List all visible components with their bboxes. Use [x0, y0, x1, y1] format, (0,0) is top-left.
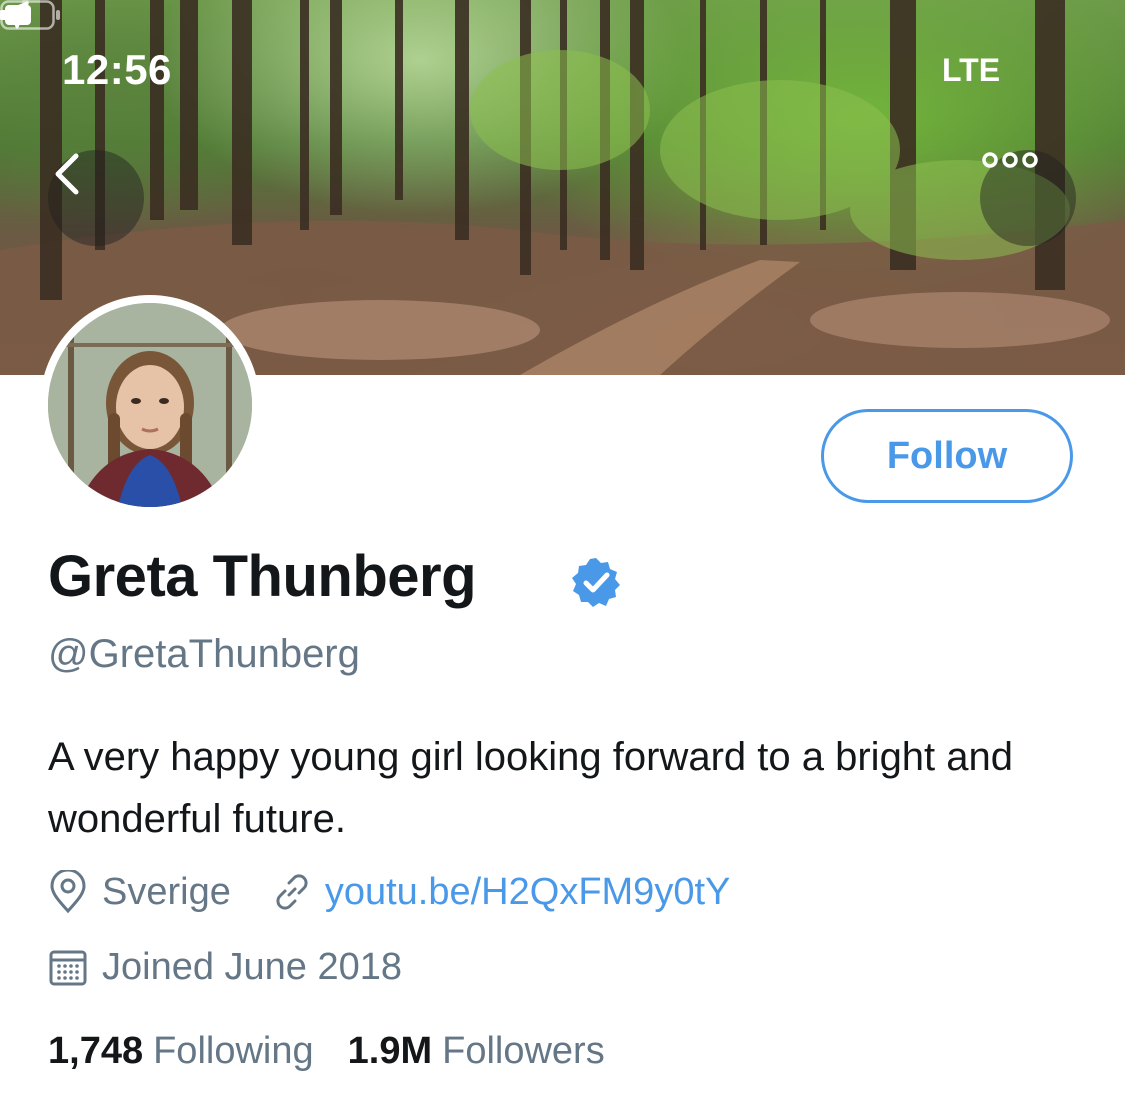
more-dots-icon [982, 152, 1038, 168]
profile-stats: 1,748 Following 1.9M Followers [48, 1030, 605, 1073]
chevron-left-icon [55, 153, 79, 195]
more-options-button[interactable] [980, 150, 1076, 246]
profile-website-link[interactable]: youtu.be/H2QxFM9y0tY [325, 871, 731, 914]
location-pin-icon [50, 870, 86, 914]
battery-icon [0, 0, 60, 30]
profile-meta-joined: Joined June 2018 [48, 946, 402, 989]
calendar-icon [49, 950, 87, 985]
profile-name: Greta Thunberg [48, 544, 477, 609]
profile-location: Sverige [102, 870, 231, 913]
follow-button[interactable]: Follow [821, 409, 1073, 503]
profile-bio: A very happy young girl looking forward … [48, 735, 1014, 841]
following-count: 1,748 [48, 1030, 144, 1072]
following-label: Following [153, 1030, 314, 1072]
status-time: 12:56 [62, 46, 172, 93]
profile-joined-date: Joined June 2018 [102, 946, 403, 988]
link-icon [276, 874, 308, 910]
followers-stat[interactable]: 1.9M Followers [348, 1030, 605, 1073]
network-type: LTE [942, 52, 1001, 88]
back-button[interactable] [48, 150, 144, 246]
profile-handle: @GretaThunberg [48, 632, 360, 676]
verified-badge-icon [572, 558, 620, 607]
following-stat[interactable]: 1,748 Following [48, 1030, 314, 1073]
profile-meta-location-link: Sverige youtu.be/H2QxFM9y0tY [48, 870, 730, 914]
avatar-photo [48, 303, 252, 507]
profile-avatar[interactable] [40, 295, 260, 515]
followers-count: 1.9M [347, 1030, 433, 1072]
followers-label: Followers [442, 1030, 605, 1072]
